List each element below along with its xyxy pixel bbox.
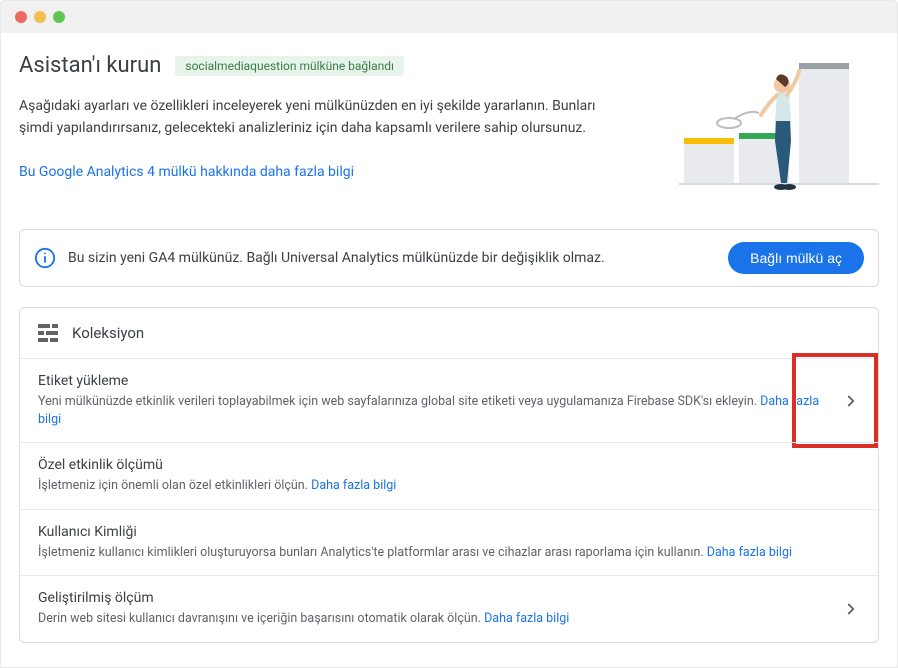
content: Asistan'ı kurun socialmediaquestion mülk… [1, 33, 897, 667]
learn-more-link[interactable]: Daha fazla bilgi [311, 478, 396, 493]
learn-more-link[interactable]: Daha fazla bilgi [484, 611, 569, 626]
close-window-icon[interactable] [15, 11, 27, 23]
header-left: Asistan'ı kurun socialmediaquestion mülk… [19, 53, 659, 203]
item-title: Özel etkinlik ölçümü [38, 457, 820, 473]
list-item[interactable]: Geliştirilmiş ölçüm Derin web sitesi kull… [20, 575, 878, 642]
header: Asistan'ı kurun socialmediaquestion mülk… [19, 53, 879, 203]
item-title: Kullanıcı Kimliği [38, 524, 820, 540]
card-title: Koleksiyon [72, 324, 144, 342]
alert-text: Bu sizin yeni GA4 mülkünüz. Bağlı Univer… [68, 250, 716, 266]
info-icon [34, 247, 56, 269]
page-title: Asistan'ı kurun [19, 53, 161, 78]
learn-more-link[interactable]: Bu Google Analytics 4 mülkü hakkında dah… [19, 164, 354, 180]
minimize-window-icon[interactable] [34, 11, 46, 23]
list-item[interactable]: Etiket yükleme Yeni mülkünüzde etkinlik v… [20, 358, 878, 442]
info-alert: Bu sizin yeni GA4 mülkünüz. Bağlı Univer… [19, 229, 879, 287]
collection-icon [38, 324, 58, 342]
item-desc: İşletmeniz kullanıcı kimlikleri oluşturu… [38, 544, 820, 562]
item-desc: Yeni mülkünüzde etkinlik verileri toplay… [38, 393, 820, 428]
open-linked-property-button[interactable]: Bağlı mülkü aç [728, 242, 864, 274]
learn-more-link[interactable]: Daha fazla bilgi [38, 394, 819, 427]
item-title: Geliştirilmiş ölçüm [38, 590, 820, 606]
maximize-window-icon[interactable] [53, 11, 65, 23]
app-window: Asistan'ı kurun socialmediaquestion mülk… [0, 0, 898, 668]
property-chip: socialmediaquestion mülküne bağlandı [175, 56, 404, 76]
titlebar [1, 1, 897, 33]
item-desc: İşletmeniz için önemli olan özel etkinli… [38, 477, 820, 495]
chevron-right-icon [842, 600, 860, 618]
intro-text: Aşağıdaki ayarları ve özellikleri incele… [19, 96, 619, 139]
chevron-right-icon [842, 392, 860, 410]
list-item[interactable]: Özel etkinlik ölçümü İşletmeniz için önem… [20, 442, 878, 509]
item-title: Etiket yükleme [38, 373, 820, 389]
item-desc: Derin web sitesi kullanıcı davranışını v… [38, 610, 820, 628]
list-item[interactable]: Kullanıcı Kimliği İşletmeniz kullanıcı ki… [20, 509, 878, 576]
collection-card: Koleksiyon Etiket yükleme Yeni mülkünüzde… [19, 307, 879, 643]
hero-illustration [679, 53, 879, 203]
card-header: Koleksiyon [20, 308, 878, 358]
learn-more-link[interactable]: Daha fazla bilgi [707, 545, 792, 560]
